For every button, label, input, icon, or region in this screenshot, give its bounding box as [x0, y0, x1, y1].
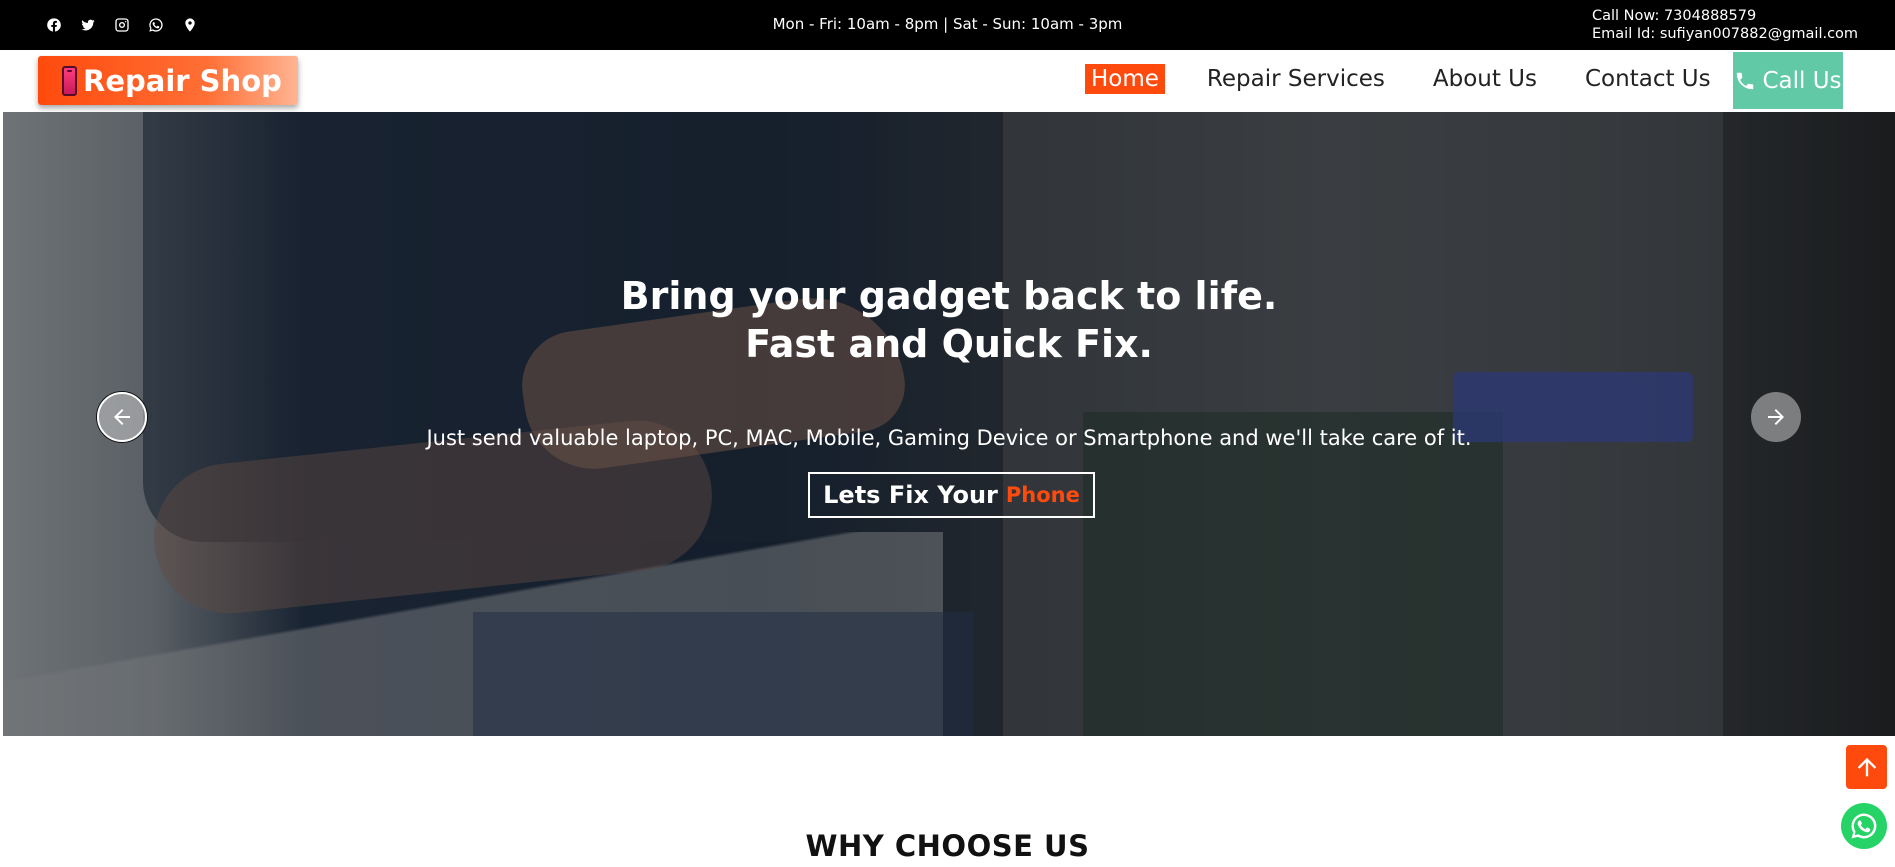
scroll-to-top-button[interactable] — [1846, 745, 1887, 789]
nav-link-repair-services[interactable]: Repair Services — [1201, 64, 1391, 94]
email-text[interactable]: Email Id: sufiyan007882@gmail.com — [1592, 25, 1858, 43]
nav-link-about-us[interactable]: About Us — [1427, 64, 1543, 94]
arrow-right-icon — [1768, 409, 1784, 425]
hero-overlay — [3, 112, 1895, 736]
contact-info: Call Now: 7304888579 Email Id: sufiyan00… — [1592, 7, 1858, 43]
carousel-next-button[interactable] — [1751, 392, 1801, 442]
phone-icon — [1737, 72, 1754, 89]
hero-title-line-2: Fast and Quick Fix. — [745, 322, 1153, 366]
call-us-button[interactable]: Call Us — [1733, 52, 1843, 109]
nav-link-contact-us[interactable]: Contact Us — [1579, 64, 1717, 94]
whatsapp-chat-button[interactable] — [1841, 803, 1887, 849]
hero-subtitle: Just send valuable laptop, PC, MAC, Mobi… — [426, 426, 1472, 450]
call-us-label: Call Us — [1762, 67, 1842, 94]
mobile-phone-icon — [62, 65, 77, 96]
whatsapp-icon — [1851, 813, 1877, 839]
arrow-up-icon — [1857, 757, 1876, 777]
call-now-text[interactable]: Call Now: 7304888579 — [1592, 7, 1858, 25]
carousel-prev-button[interactable] — [97, 392, 147, 442]
hero-carousel: Bring your gadget back to life. Fast and… — [3, 112, 1895, 736]
lets-fix-button[interactable]: Lets Fix Your Phone — [808, 472, 1095, 518]
hero-title-line-1: Bring your gadget back to life. — [620, 274, 1278, 318]
nav-menu: Home Repair Services About Us Contact Us — [1085, 64, 1753, 94]
site-logo[interactable]: Repair Shop — [38, 56, 298, 105]
top-bar: Mon - Fri: 10am - 8pm | Sat - Sun: 10am … — [0, 0, 1895, 50]
nav-link-home[interactable]: Home — [1085, 64, 1165, 94]
why-choose-us-heading: WHY CHOOSE US — [805, 829, 1090, 863]
cta-highlight: Phone — [1005, 483, 1080, 507]
logo-text: Repair Shop — [83, 63, 282, 98]
main-navbar: Repair Shop Home Repair Services About U… — [0, 50, 1895, 112]
arrow-left-icon — [114, 409, 130, 425]
cta-prefix: Lets Fix Your — [823, 481, 998, 509]
